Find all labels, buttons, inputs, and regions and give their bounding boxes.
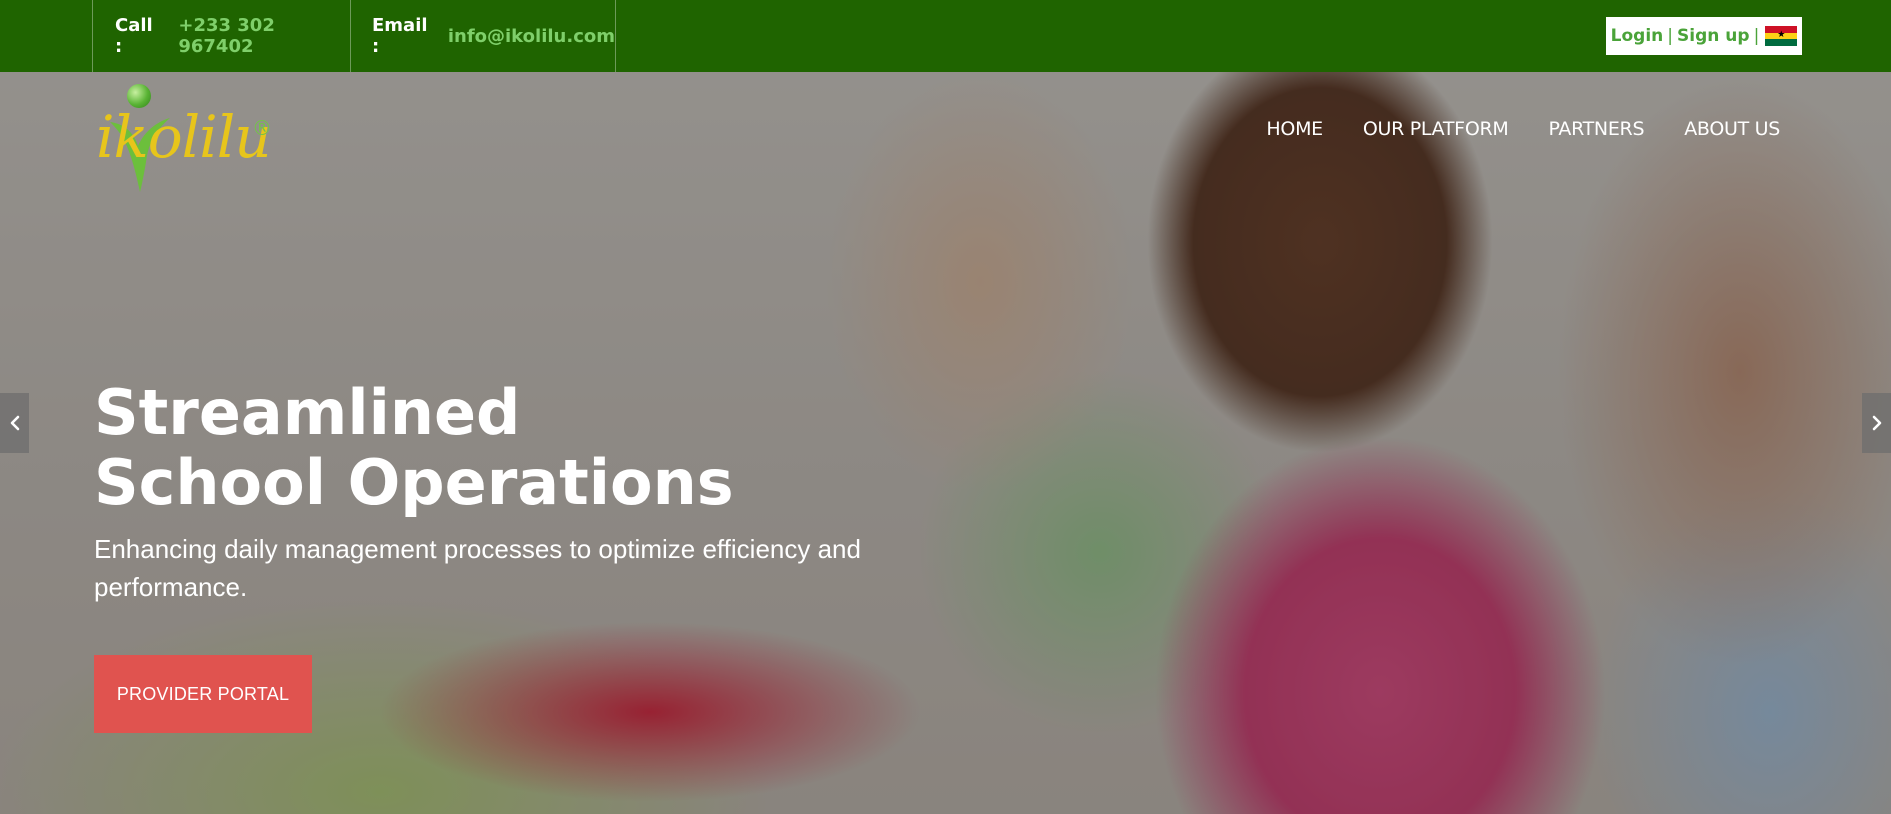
logo-wordmark: ikolilu	[96, 103, 272, 171]
nav-partners[interactable]: PARTNERS	[1548, 118, 1644, 140]
call-label: Call :	[115, 15, 153, 57]
hero-headline: Streamlined School Operations	[94, 376, 734, 519]
registered-mark: ®	[252, 116, 272, 140]
chevron-right-icon	[1872, 415, 1881, 431]
login-link[interactable]: Login	[1611, 26, 1664, 46]
provider-portal-button[interactable]: PROVIDER PORTAL	[94, 655, 312, 733]
nav-home[interactable]: HOME	[1266, 118, 1323, 140]
email-label: Email :	[372, 15, 428, 57]
nav-our-platform[interactable]: OUR PLATFORM	[1363, 118, 1509, 140]
contact-phone: Call : +233 302 967402	[92, 0, 351, 72]
main-nav: HOME OUR PLATFORM PARTNERS ABOUT US	[1266, 118, 1780, 140]
carousel-prev-button[interactable]	[0, 393, 29, 453]
hero-subheadline: Enhancing daily management processes to …	[94, 534, 861, 602]
carousel-next-button[interactable]	[1862, 393, 1891, 453]
ikolilu-logo[interactable]: ikolilu ®	[92, 78, 282, 198]
chevron-left-icon	[10, 415, 19, 431]
contact-email: Email : info@ikolilu.com	[350, 0, 616, 72]
email-link[interactable]: info@ikolilu.com	[448, 26, 615, 47]
separator: |	[1667, 26, 1674, 46]
phone-link[interactable]: +233 302 967402	[178, 15, 350, 57]
ghana-flag-icon[interactable]: ★	[1765, 26, 1798, 46]
signup-link[interactable]: Sign up	[1677, 26, 1750, 46]
top-bar: Call : +233 302 967402 Email : info@ikol…	[0, 0, 1891, 72]
auth-box: Login | Sign up | ★	[1606, 17, 1802, 55]
separator: |	[1753, 26, 1760, 46]
nav-about-us[interactable]: ABOUT US	[1684, 118, 1780, 140]
